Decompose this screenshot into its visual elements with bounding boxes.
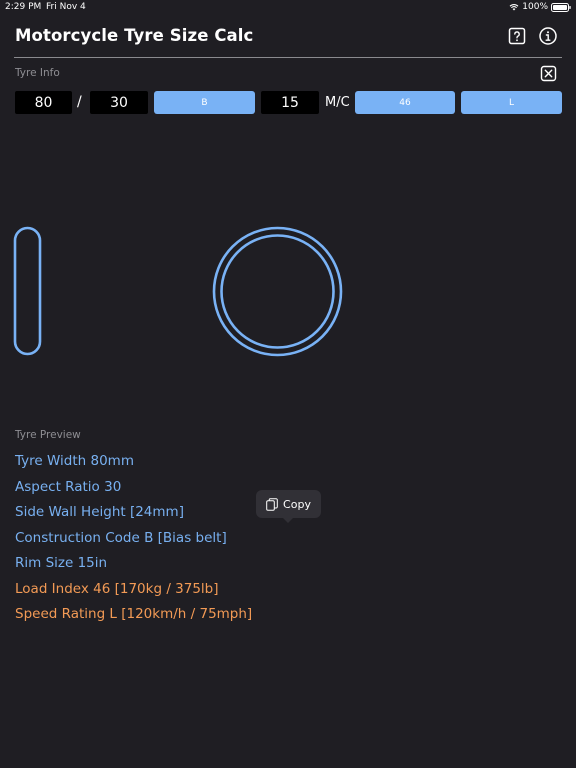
load-index-button[interactable]: 46 xyxy=(355,91,455,114)
preview-rim-size: Rim Size 15in xyxy=(15,555,108,571)
preview-load-index: Load Index 46 [170kg / 375lb] xyxy=(15,581,219,597)
preview-tyre-width: Tyre Width 80mm xyxy=(15,453,134,469)
tyre-side-profile xyxy=(13,226,42,356)
speed-rating-button[interactable]: L xyxy=(461,91,562,114)
width-aspect-separator: / xyxy=(77,94,82,110)
copy-label: Copy xyxy=(283,497,311,511)
wifi-icon xyxy=(509,4,519,11)
copy-button[interactable]: Copy xyxy=(256,490,321,523)
preview-construction-code: Construction Code B [Bias belt] xyxy=(15,530,227,546)
tyre-preview-label: Tyre Preview xyxy=(15,429,81,441)
tyre-calc-screen: 2:29 PM Fri Nov 4 100% Motorcycle Tyre S… xyxy=(0,0,576,768)
copy-icon xyxy=(266,497,278,511)
header-divider xyxy=(14,57,562,58)
info-icon[interactable] xyxy=(538,26,558,46)
rim-size-field[interactable] xyxy=(261,91,319,114)
status-bar: 2:29 PM Fri Nov 4 100% xyxy=(0,0,576,14)
battery-percent: 100% xyxy=(522,2,548,12)
width-field[interactable] xyxy=(15,91,72,114)
mc-label: M/C xyxy=(325,95,350,110)
close-icon[interactable] xyxy=(540,65,557,82)
preview-aspect-ratio: Aspect Ratio 30 xyxy=(15,479,122,495)
tyre-front-profile xyxy=(212,226,343,357)
preview-side-wall-height: Side Wall Height [24mm] xyxy=(15,504,184,520)
preview-speed-rating: Speed Rating L [120km/h / 75mph] xyxy=(15,606,253,622)
status-right: 100% xyxy=(509,2,571,12)
construction-code-button[interactable]: B xyxy=(154,91,255,114)
tyre-info-label: Tyre Info xyxy=(15,67,60,79)
page-title: Motorcycle Tyre Size Calc xyxy=(15,26,254,45)
status-time: 2:29 PM xyxy=(5,2,42,12)
aspect-ratio-field[interactable] xyxy=(90,91,148,114)
status-date: Fri Nov 4 xyxy=(46,2,86,12)
battery-icon xyxy=(551,2,571,12)
help-icon[interactable] xyxy=(507,26,527,46)
